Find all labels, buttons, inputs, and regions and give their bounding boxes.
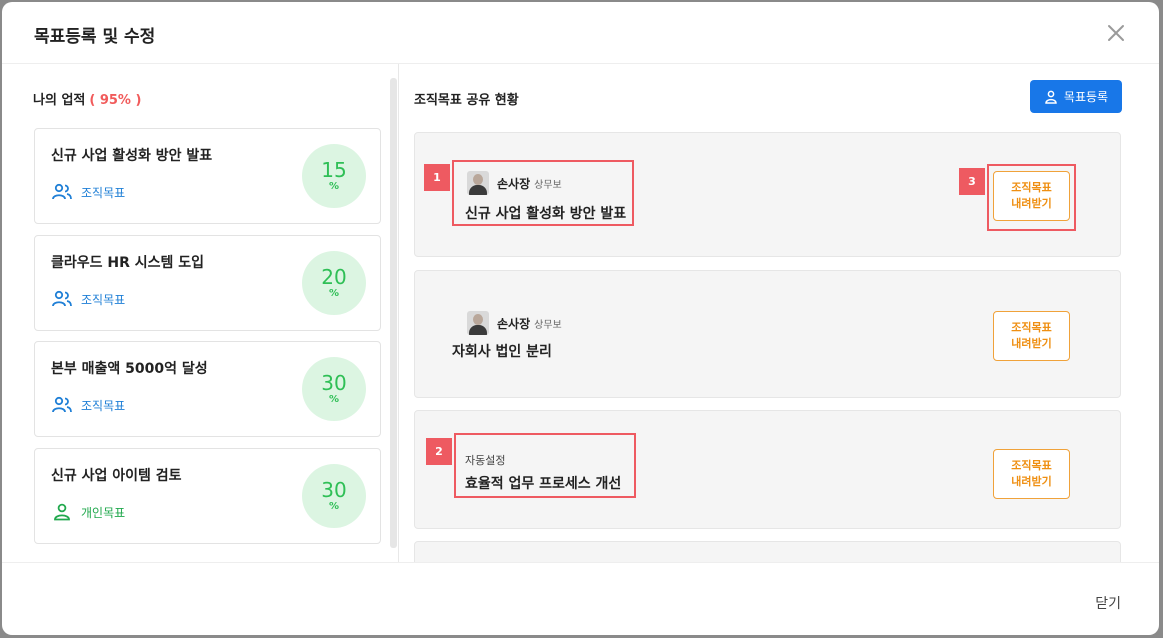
callout-box-3 <box>987 164 1076 231</box>
achievements-title: 나의 업적( 95% ) <box>33 89 141 108</box>
progress-circle: 20 % <box>302 251 366 315</box>
goal-name: 신규 사업 아이템 검토 <box>51 468 182 484</box>
achievements-label: 나의 업적 <box>33 93 86 108</box>
goal-type: 조직목표 <box>51 290 125 308</box>
shared-goals-title: 조직목표 공유 현황 <box>414 93 519 108</box>
progress-value: 15 <box>321 158 347 182</box>
callout-tag-2: 2 <box>426 438 452 465</box>
goal-card[interactable]: 본부 매출액 5000억 달성 조직목표 30 % <box>34 341 381 437</box>
owner-name: 손사장 <box>497 316 531 331</box>
goal-type-label: 조직목표 <box>81 292 126 307</box>
close-icon[interactable] <box>1105 22 1127 44</box>
goal-name: 클라우드 HR 시스템 도입 <box>51 255 205 271</box>
goal-type-label: 개인목표 <box>81 505 126 520</box>
shared-goal-card: 손사장 상무보 자회사 법인 분리 조직목표 내려받기 <box>414 270 1121 398</box>
progress-circle: 15 % <box>302 144 366 208</box>
shared-goal-card <box>414 541 1121 562</box>
progress-value: 30 <box>321 478 347 502</box>
modal-header: 목표등록 및 수정 <box>2 2 1159 64</box>
goal-card[interactable]: 신규 사업 아이템 검토 개인목표 30 % <box>34 448 381 544</box>
modal-footer: 닫기 <box>2 562 1159 635</box>
download-goal-button[interactable]: 조직목표 내려받기 <box>993 311 1070 361</box>
download-label-line1: 조직목표 <box>1011 459 1052 472</box>
achievement-percent: ( 95% ) <box>89 93 142 108</box>
goal-type: 개인목표 <box>51 503 125 521</box>
owner-rank: 상무보 <box>534 319 562 331</box>
progress-circle: 30 % <box>302 464 366 528</box>
callout-tag-1: 1 <box>424 164 450 191</box>
goal-type: 조직목표 <box>51 396 125 414</box>
user-icon <box>1045 90 1057 104</box>
progress-value: 20 <box>321 265 347 289</box>
goal-type: 조직목표 <box>51 183 125 201</box>
callout-box-2 <box>454 433 636 498</box>
download-label-line2: 내려받기 <box>1011 475 1052 488</box>
goal-type-label: 조직목표 <box>81 398 126 413</box>
goal-name: 신규 사업 활성화 방안 발표 <box>51 148 213 164</box>
callout-box-1 <box>452 160 634 226</box>
progress-unit: % <box>328 501 340 512</box>
close-button[interactable]: 닫기 <box>1095 593 1121 613</box>
progress-value: 30 <box>321 371 347 395</box>
progress-unit: % <box>328 394 340 405</box>
goal-card[interactable]: 클라우드 HR 시스템 도입 조직목표 20 % <box>34 235 381 331</box>
goal-modal: 목표등록 및 수정 나의 업적( 95% ) 신규 사업 활성화 방안 발표 조… <box>2 2 1159 635</box>
goal-card[interactable]: 신규 사업 활성화 방안 발표 조직목표 15 % <box>34 128 381 224</box>
modal-title: 목표등록 및 수정 <box>34 27 156 47</box>
shared-goal-name: 자회사 법인 분리 <box>452 344 552 360</box>
progress-unit: % <box>328 288 340 299</box>
goal-name: 본부 매출액 5000억 달성 <box>51 361 208 377</box>
progress-circle: 30 % <box>302 357 366 421</box>
goal-type-label: 조직목표 <box>81 185 126 200</box>
register-goal-label: 목표등록 <box>1063 90 1109 104</box>
download-label-line1: 조직목표 <box>1011 321 1052 334</box>
callout-tag-3: 3 <box>959 168 985 195</box>
progress-unit: % <box>328 181 340 192</box>
user-icon <box>54 503 70 521</box>
goal-owner: 손사장 상무보 <box>467 311 562 335</box>
download-label-line2: 내려받기 <box>1011 337 1052 350</box>
my-achievements-panel: 나의 업적( 95% ) 신규 사업 활성화 방안 발표 조직목표 15 % 클… <box>2 64 399 562</box>
group-icon <box>52 396 72 413</box>
avatar <box>467 311 489 335</box>
left-scrollbar[interactable] <box>390 78 397 548</box>
group-icon <box>52 183 72 200</box>
shared-goals-panel: 조직목표 공유 현황 목표등록 손사장 상무보 신규 사업 활성화 방안 발표 … <box>400 64 1159 562</box>
download-goal-button[interactable]: 조직목표 내려받기 <box>993 449 1070 499</box>
group-icon <box>52 290 72 307</box>
register-goal-button[interactable]: 목표등록 <box>1030 80 1122 113</box>
